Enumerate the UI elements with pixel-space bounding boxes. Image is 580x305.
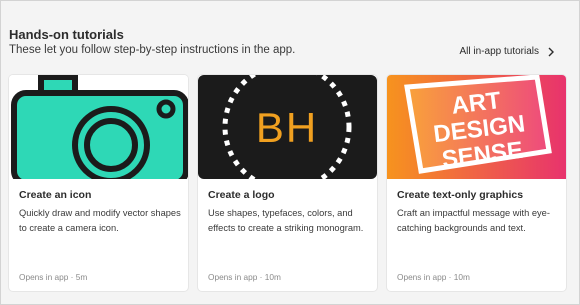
all-tutorials-link[interactable]: All in-app tutorials <box>460 46 555 57</box>
tutorial-card-icon[interactable]: Create an icon Quickly draw and modify v… <box>9 75 188 291</box>
art-design-sense-thumbnail: ART DESIGN SENSE <box>387 75 566 179</box>
card-description: Quickly draw and modify vector shapes to… <box>19 208 181 233</box>
card-description: Craft an impactful message with eye-catc… <box>397 208 550 233</box>
tutorial-card-text-graphics[interactable]: ART DESIGN SENSE Create text-only graphi… <box>387 75 566 291</box>
card-title: Create a logo <box>208 189 275 201</box>
camera-icon <box>9 75 188 179</box>
tutorial-card-logo[interactable]: BH Create a logo Use shapes, typefaces, … <box>198 75 377 291</box>
section-subtitle: These let you follow step-by-step instru… <box>9 44 296 56</box>
card-meta: Opens in app · 10m <box>397 272 470 282</box>
monogram-text: BH <box>256 104 318 151</box>
chevron-right-icon <box>548 47 554 56</box>
tutorials-panel: Hands-on tutorials These let you follow … <box>0 0 580 305</box>
all-tutorials-label: All in-app tutorials <box>459 46 539 57</box>
card-description: Use shapes, typefaces, colors, and effec… <box>208 208 364 233</box>
bh-monogram-thumbnail: BH <box>198 75 377 179</box>
card-title: Create an icon <box>19 189 92 201</box>
card-meta: Opens in app · 5m <box>19 272 88 282</box>
card-meta: Opens in app · 10m <box>208 272 281 282</box>
card-title: Create text-only graphics <box>397 189 524 201</box>
section-title: Hands-on tutorials <box>9 27 124 42</box>
